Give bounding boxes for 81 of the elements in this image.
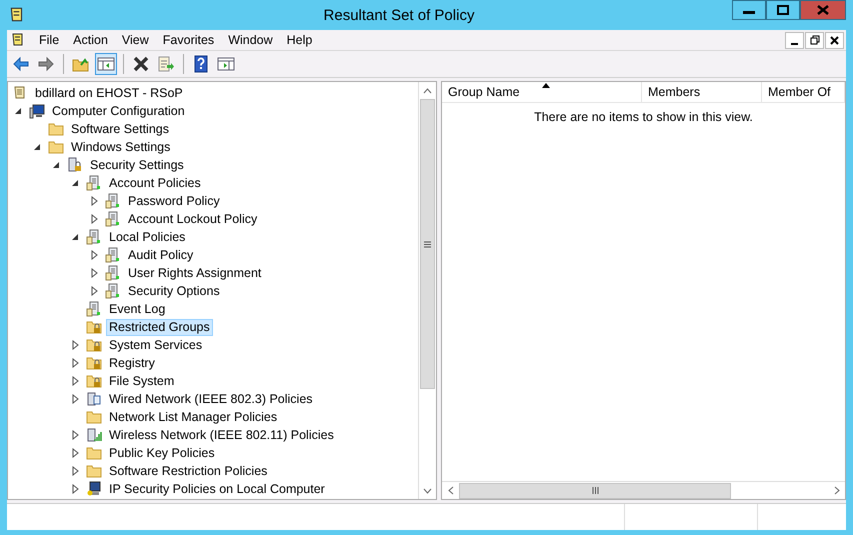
tree-item[interactable]: Wired Network (IEEE 802.3) Policies — [106, 390, 316, 408]
locked-folder-icon — [86, 319, 102, 335]
toolbar-button[interactable] — [95, 53, 117, 75]
export-list-icon — [158, 56, 174, 72]
vertical-scrollbar[interactable] — [418, 82, 436, 499]
network-policy-icon — [86, 391, 102, 407]
close-icon — [830, 36, 839, 44]
close-button[interactable] — [825, 32, 844, 48]
menu-item[interactable]: Help — [280, 33, 320, 47]
tree-item[interactable]: Account Policies — [106, 174, 204, 192]
locked-server-icon — [67, 157, 83, 173]
minimize-icon — [791, 42, 798, 44]
menu-item[interactable]: File — [32, 33, 66, 47]
close-icon — [817, 5, 829, 15]
tree-item[interactable]: IP Security Policies on Local Computer — [106, 480, 328, 498]
policy-icon — [86, 301, 102, 317]
maximize-button[interactable] — [766, 0, 800, 20]
folder-icon — [86, 445, 102, 461]
computer-icon — [29, 103, 45, 119]
restore-button[interactable] — [805, 32, 824, 48]
scroll-down-icon[interactable] — [423, 488, 432, 494]
grip-icon — [592, 487, 598, 494]
window-title: Resultant Set of Policy — [322, 6, 476, 24]
show-tree-icon — [98, 58, 114, 70]
maximize-icon — [777, 5, 789, 15]
locked-folder-icon — [86, 337, 102, 353]
tree-item[interactable]: Password Policy — [125, 192, 223, 210]
forward-arrow-icon — [38, 56, 54, 72]
tree-item[interactable]: User Rights Assignment — [125, 264, 264, 282]
minimize-button[interactable] — [785, 32, 804, 48]
tree-item[interactable]: Event Log — [106, 300, 168, 318]
back-arrow-icon — [13, 56, 28, 72]
scroll-up-icon[interactable] — [423, 88, 432, 94]
action-pane-icon — [218, 58, 234, 70]
empty-message: There are no items to show in this view. — [534, 110, 753, 124]
help-icon — [194, 56, 208, 72]
tree-item[interactable]: bdillard on EHOST - RSoP — [32, 84, 186, 102]
tree-item[interactable]: Restricted Groups — [106, 318, 213, 336]
tree-item[interactable]: Wireless Network (IEEE 802.11) Policies — [106, 426, 337, 444]
menu-item[interactable]: View — [114, 33, 156, 47]
tree-item[interactable]: Registry — [106, 354, 158, 372]
folder-icon — [48, 139, 64, 155]
tree-item[interactable]: Windows Settings — [68, 138, 174, 156]
folder-icon — [48, 121, 64, 137]
policy-icon — [105, 247, 121, 263]
tree-item[interactable]: Audit Policy — [125, 246, 196, 264]
policy-icon — [105, 283, 121, 299]
delete-icon — [133, 56, 149, 72]
tree-item[interactable]: Security Options — [125, 282, 223, 300]
restore-icon — [810, 35, 820, 45]
tree-item[interactable]: Account Lockout Policy — [125, 210, 260, 228]
scroll-right-icon[interactable] — [834, 486, 840, 495]
computer-key-icon — [86, 481, 102, 497]
minimize-button[interactable] — [732, 0, 766, 20]
menu-item[interactable]: Favorites — [156, 33, 222, 47]
sort-ascending-icon — [542, 83, 550, 88]
grip-icon — [424, 240, 431, 248]
horizontal-scrollbar[interactable] — [442, 481, 845, 499]
policy-icon — [86, 229, 102, 245]
policy-icon — [86, 175, 102, 191]
policy-icon — [105, 265, 121, 281]
tree-item[interactable]: Network List Manager Policies — [106, 408, 280, 426]
menu-item[interactable]: Window — [221, 33, 280, 47]
tree-item[interactable]: File System — [106, 372, 178, 390]
locked-folder-icon — [86, 355, 102, 371]
tree-item[interactable]: Computer Configuration — [49, 102, 188, 120]
policy-icon — [105, 193, 121, 209]
policy-icon — [105, 211, 121, 227]
tree-item[interactable]: Security Settings — [87, 156, 187, 174]
menu-item[interactable]: Action — [66, 33, 115, 47]
folder-up-icon — [72, 58, 88, 72]
folder-icon — [86, 463, 102, 479]
wireless-policy-icon — [86, 427, 102, 443]
tree-item[interactable]: Public Key Policies — [106, 444, 218, 462]
locked-folder-icon — [86, 373, 102, 389]
scroll-left-icon[interactable] — [448, 486, 454, 495]
folder-icon — [86, 409, 102, 425]
tree-item[interactable]: Local Policies — [106, 228, 188, 246]
tree-item[interactable]: Software Settings — [68, 120, 172, 138]
tree-item[interactable]: Software Restriction Policies — [106, 462, 270, 480]
tree-item[interactable]: System Services — [106, 336, 206, 354]
